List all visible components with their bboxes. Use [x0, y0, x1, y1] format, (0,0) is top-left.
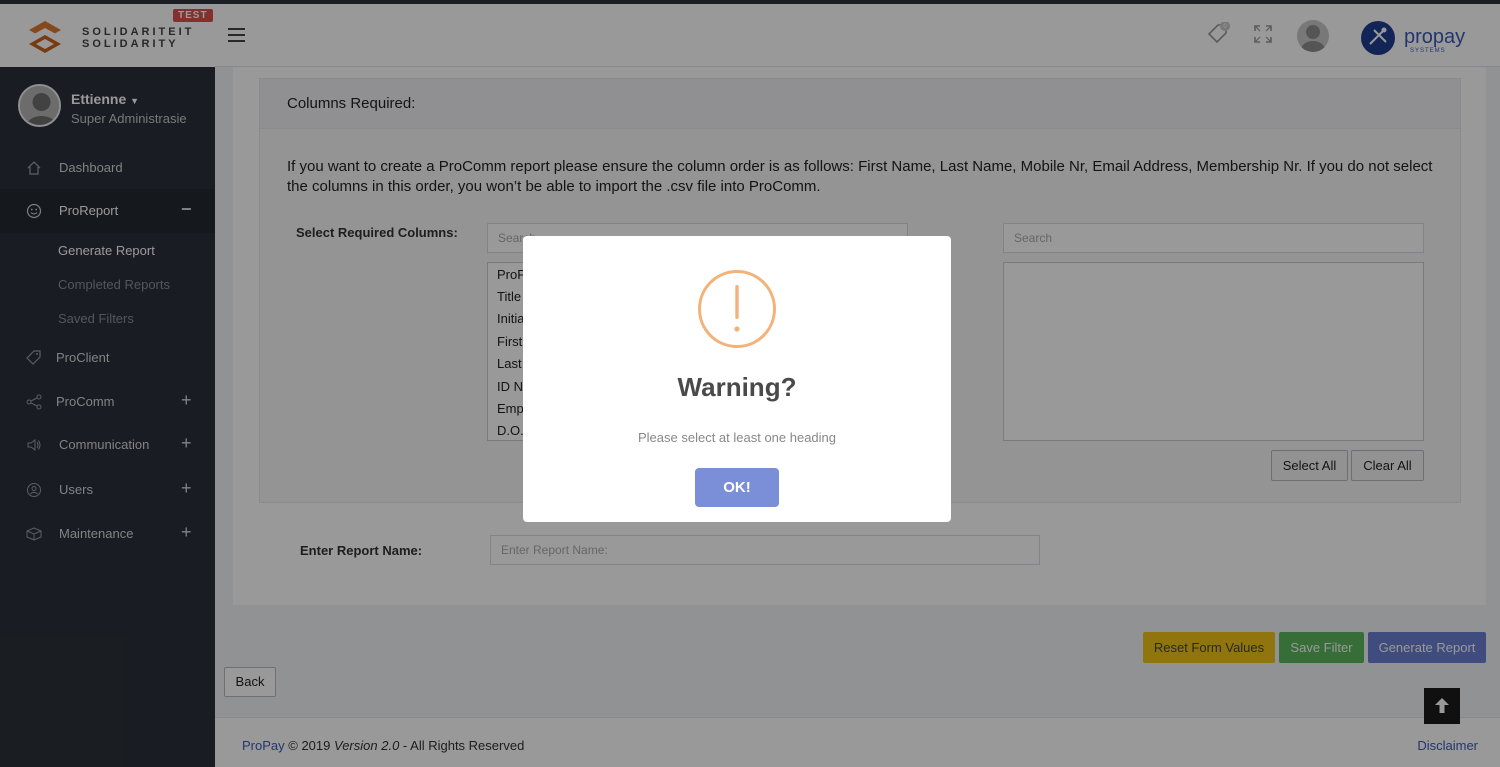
ok-button[interactable]: OK!: [695, 468, 779, 507]
dialog-title: Warning?: [677, 372, 797, 402]
warning-dialog: Warning? Please select at least one head…: [523, 236, 951, 522]
dialog-message: Please select at least one heading: [637, 430, 837, 445]
warning-exclamation-icon: [698, 270, 776, 348]
